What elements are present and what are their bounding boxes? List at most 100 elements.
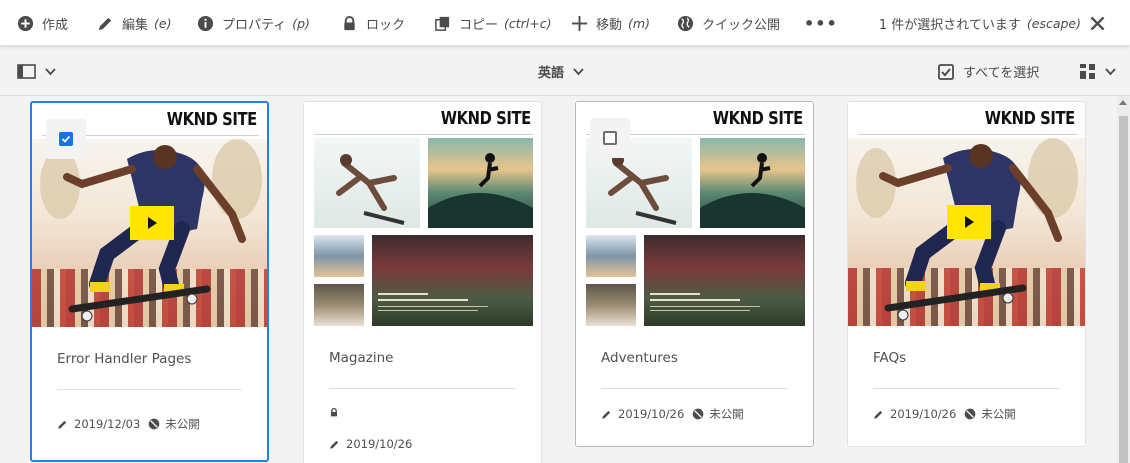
page-card-faqs[interactable]: WKND SITE FAQs 2019/10/26 未公開: [847, 101, 1086, 447]
page-card-adventures[interactable]: WKND SITE Adventures 2019/10/26 未公開: [575, 101, 814, 447]
copy-icon: [435, 16, 450, 31]
modified-date: 2019/10/26: [346, 437, 413, 451]
move-shortcut: (m): [628, 15, 650, 31]
card-view-icon: [1080, 64, 1095, 79]
properties-button[interactable]: プロパティ (p): [197, 0, 310, 46]
card-meta-row: 2019/12/03 未公開: [57, 415, 242, 433]
quick-select-checkbox[interactable]: [46, 119, 86, 159]
modified-date: 2019/10/26: [890, 407, 957, 421]
quick-select-checkbox[interactable]: [590, 118, 630, 158]
language-label: 英語: [538, 66, 565, 81]
publish-status: 未公開: [709, 407, 744, 421]
card-thumbnail[interactable]: WKND SITE: [576, 102, 813, 326]
brand-divider: [314, 134, 533, 135]
view-switcher[interactable]: [1079, 47, 1116, 96]
quick-publish-button[interactable]: クイック公開: [677, 0, 780, 46]
pencil-icon: [874, 410, 883, 419]
card-thumbnail[interactable]: WKND SITE: [32, 103, 267, 327]
unpublished-globe-icon: [964, 408, 976, 420]
action-bar: 作成 編集 (e) プロパティ (p) ロック コピー (ctrl+c) 移動 …: [0, 0, 1130, 46]
card-grid: WKND SITE Error Handler Pages 2019/12/03…: [0, 96, 1117, 463]
sidebar-panel-icon: [17, 64, 36, 79]
more-actions-button[interactable]: •••: [804, 0, 838, 46]
scrollbar-track[interactable]: [1117, 96, 1130, 463]
card-lock-row: [329, 403, 516, 421]
modified-date: 2019/12/03: [74, 417, 141, 431]
checkbox-checked-icon: [59, 132, 73, 146]
pencil-icon: [98, 17, 112, 30]
brand-logo: WKND SITE: [440, 108, 531, 129]
create-label: 作成: [42, 17, 69, 33]
add-circle-icon: [17, 15, 34, 31]
select-all-button[interactable]: すべてを選択: [938, 47, 1039, 96]
card-divider: [873, 388, 1060, 389]
info-icon: [197, 15, 214, 31]
play-icon: [148, 217, 157, 229]
video-play-button[interactable]: [946, 205, 991, 239]
copy-button[interactable]: コピー (ctrl+c): [434, 0, 552, 46]
unpublished-globe-icon: [148, 418, 160, 430]
card-divider: [329, 388, 516, 389]
escape-shortcut: (escape): [1026, 15, 1081, 31]
move-button[interactable]: 移動 (m): [571, 0, 650, 46]
page-card-error-handler[interactable]: WKND SITE Error Handler Pages 2019/12/03…: [30, 101, 269, 462]
brand-logo: WKND SITE: [712, 108, 803, 129]
move-icon: [571, 15, 588, 31]
collage-image: [586, 138, 805, 326]
card-title: Error Handler Pages: [57, 351, 192, 367]
quick-publish-label: クイック公開: [702, 17, 781, 33]
chevron-down-icon: [573, 68, 584, 76]
collage-image: [314, 138, 533, 326]
card-title: Magazine: [329, 350, 394, 366]
brand-logo: WKND SITE: [166, 109, 257, 130]
card-meta-row: 2019/10/26 未公開: [873, 405, 1060, 423]
card-divider: [601, 388, 788, 389]
chevron-down-icon: [1105, 68, 1116, 76]
lock-button[interactable]: ロック: [341, 0, 405, 46]
language-selector[interactable]: 英語: [538, 47, 584, 96]
rail-toggle-button[interactable]: [17, 47, 56, 96]
publish-status: 未公開: [981, 407, 1016, 421]
more-actions-label: •••: [804, 13, 838, 33]
lock-icon: [344, 15, 355, 30]
secondary-toolbar: 英語 すべてを選択: [0, 47, 1130, 96]
edit-label: 編集: [122, 17, 149, 33]
lock-icon: [330, 407, 338, 416]
play-icon: [965, 216, 974, 228]
card-thumbnail[interactable]: WKND SITE: [304, 102, 541, 326]
modified-date: 2019/10/26: [618, 407, 685, 421]
edit-button[interactable]: 編集 (e): [97, 0, 171, 46]
select-all-label: すべてを選択: [963, 66, 1040, 81]
lock-label: ロック: [366, 17, 406, 33]
page-card-magazine[interactable]: WKND SITE Magazine 2019/10/26: [303, 101, 542, 463]
edit-shortcut: (e): [154, 15, 172, 31]
pencil-icon: [602, 410, 611, 419]
selection-count-text: 1 件が選択されています: [878, 17, 1021, 33]
card-divider: [57, 389, 242, 390]
close-icon[interactable]: [1089, 15, 1106, 32]
publish-status: 未公開: [165, 417, 200, 431]
card-meta-row: 2019/10/26 未公開: [601, 405, 788, 423]
properties-label: プロパティ: [222, 17, 287, 33]
card-title: FAQs: [873, 350, 907, 366]
checkbox-select-all-icon: [938, 63, 954, 80]
pencil-icon: [330, 440, 339, 449]
chevron-down-icon: [45, 68, 56, 76]
properties-shortcut: (p): [292, 15, 310, 31]
copy-label: コピー: [459, 17, 499, 33]
copy-shortcut: (ctrl+c): [504, 15, 552, 31]
card-meta-row: 2019/10/26: [329, 435, 516, 453]
pencil-icon: [58, 420, 67, 429]
scroll-up-arrow-icon[interactable]: [1119, 100, 1127, 105]
brand-divider: [858, 134, 1077, 135]
create-button[interactable]: 作成: [17, 0, 68, 46]
brand-logo: WKND SITE: [984, 108, 1075, 129]
card-title: Adventures: [601, 350, 678, 366]
move-label: 移動: [596, 17, 623, 33]
unpublished-globe-icon: [692, 408, 704, 420]
scrollbar-thumb[interactable]: [1119, 116, 1128, 463]
selection-status: 1 件が選択されています (escape): [879, 0, 1114, 46]
card-thumbnail[interactable]: WKND SITE: [848, 102, 1085, 326]
checkbox-unchecked-icon: [603, 131, 617, 145]
video-play-button[interactable]: [129, 206, 174, 240]
